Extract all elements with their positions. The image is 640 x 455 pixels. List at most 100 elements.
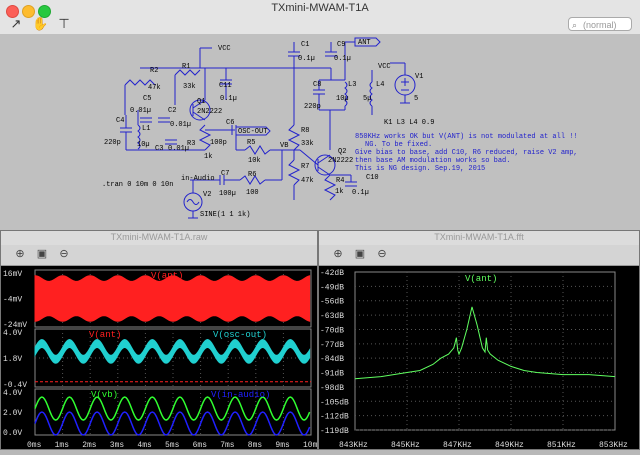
zoom-out-icon[interactable]: ⊖ — [57, 247, 71, 261]
fft-x-tick-label: 843KHz — [339, 441, 368, 450]
main-window-titlebar: TXmini-MWAM-T1A ↗ ✋ ⊤ ⌕ (normal) — [0, 0, 640, 35]
zoom-in-icon[interactable]: ⊕ — [331, 247, 345, 261]
zoom-out-icon[interactable]: ⊖ — [375, 247, 389, 261]
note-line-1: 850KHz works OK but V(ANT) is not modula… — [355, 133, 578, 141]
label-c8-val: 220p — [304, 103, 321, 111]
label-c6-val: 100p — [210, 139, 227, 147]
pane3-trace-label-vvb: V(vb) — [91, 390, 118, 400]
label-q1: Q1 — [197, 98, 205, 106]
fft-y-tick-label: -56dB — [320, 298, 344, 307]
label-c3: C3 — [155, 145, 163, 153]
label-in-audio: in-Audio — [181, 175, 215, 183]
hand-icon[interactable]: ✋ — [32, 16, 48, 32]
x-tick-label: 0ms — [27, 441, 42, 450]
pane2-ytick: 1.8V — [3, 355, 22, 364]
label-c5-val: 0.01µ — [130, 107, 151, 115]
note-line-4: then base AM modulation works so bad. — [355, 157, 510, 165]
fft-y-tick-label: -91dB — [320, 370, 344, 379]
label-c9-val: 0.1µ — [334, 55, 351, 63]
pane3-ytick: 2.0V — [3, 409, 22, 418]
note-line-2: NG. To be fixed. — [365, 141, 432, 149]
label-vb: VB — [280, 142, 288, 150]
fft-window: TXmini-MWAM-T1A.fft ⊕ ▣ ⊖ -42dB -49dB -56d… — [318, 230, 640, 450]
probe-icon[interactable]: ⊤ — [56, 16, 72, 32]
label-q1-val: 2N2222 — [197, 108, 222, 116]
fft-trace-label: V(ant) — [465, 274, 497, 284]
zoom-extent-icon[interactable]: ▣ — [35, 247, 49, 261]
label-r2-val: 47k — [148, 84, 161, 92]
label-v2: V2 — [203, 191, 211, 199]
label-k1: K1 L3 L4 0.9 — [384, 119, 434, 127]
label-r2: R2 — [150, 67, 158, 75]
label-l3: L3 — [348, 81, 356, 89]
zoom-extent-icon[interactable]: ▣ — [353, 247, 367, 261]
fft-y-tick-label: -84dB — [320, 355, 344, 364]
label-c4-val: 220p — [104, 139, 121, 147]
x-tick-label: 8ms — [248, 441, 263, 450]
pane2-ytick: 4.0V — [3, 329, 22, 338]
label-c6: C6 — [226, 119, 234, 127]
search-field[interactable]: ⌕ (normal) — [568, 17, 632, 31]
waveform-plot[interactable]: V(ant) V(ant) V(osc-out) V(vb) V(in-audio) 16… — [1, 265, 322, 450]
label-c1-val: 0.1µ — [298, 55, 315, 63]
label-v2-val: SINE(1 1 1k) — [200, 211, 250, 219]
waveform-svg: V(ant) V(ant) V(osc-out) V(vb) V(in-audio) 16… — [3, 269, 322, 450]
label-c3-val: 0.01µ — [168, 145, 189, 153]
label-c1: C1 — [301, 41, 309, 49]
label-l1-val: 10µ — [137, 141, 150, 149]
label-r7: R7 — [301, 163, 309, 171]
label-r3-val: 1k — [204, 153, 212, 161]
pane1-ytick: 16mV — [3, 270, 22, 279]
label-r8-val: 33k — [301, 140, 314, 148]
label-vcc-top: VCC — [218, 45, 231, 53]
fft-x-tick-label: 853KHz — [599, 441, 628, 450]
fft-x-tick-label: 847KHz — [443, 441, 472, 450]
fft-y-tick-label: -98dB — [320, 384, 344, 393]
fft-x-tick-label: 845KHz — [391, 441, 420, 450]
label-r8: R8 — [301, 127, 309, 135]
window-title: TXmini-MWAM-T1A — [271, 2, 369, 14]
fft-y-tick-label: -105dB — [320, 398, 349, 407]
label-r5-val: 10k — [248, 157, 261, 165]
label-r6: R6 — [248, 171, 256, 179]
schematic-canvas[interactable]: VCC R2 47k R1 33k C11 0.1µ Q1 2N2222 C5 … — [0, 34, 640, 230]
label-l3-val: 10µ — [336, 95, 349, 103]
waveform-window-title: TXmini-MWAM-T1A.raw — [110, 232, 208, 242]
label-r3: R3 — [187, 140, 195, 148]
x-tick-label: 1ms — [55, 441, 70, 450]
label-c4: C4 — [116, 117, 124, 125]
fft-y-tick-label: -119dB — [320, 427, 349, 436]
label-vcc-src: VCC — [378, 63, 391, 71]
pane3-trace-label-vin-audio: V(in-audio) — [211, 390, 270, 400]
fft-y-tick-label: -112dB — [320, 413, 349, 422]
label-ant: ANT — [358, 39, 371, 47]
pane3-ytick: 0.0V — [3, 429, 22, 438]
label-c8: C8 — [313, 81, 321, 89]
label-r4-val: 1k — [335, 188, 343, 196]
label-c10: C10 — [366, 174, 379, 182]
label-r4: R4 — [336, 177, 344, 185]
x-tick-label: 2ms — [82, 441, 97, 450]
fft-plot[interactable]: -42dB -49dB -56dB -63dB -70dB -77dB -84dB -91dB… — [319, 265, 639, 450]
cursor-icon[interactable]: ↗ — [8, 16, 24, 32]
zoom-in-icon[interactable]: ⊕ — [13, 247, 27, 261]
pane1-trace-label-vant: V(ant) — [151, 271, 183, 281]
label-l1: L1 — [142, 125, 150, 133]
x-tick-label: 6ms — [193, 441, 208, 450]
fft-toolbar: ⊕ ▣ ⊖ — [319, 245, 639, 266]
label-v1: V1 — [415, 73, 423, 81]
label-c7: C7 — [221, 170, 229, 178]
label-q2-val: 2N2222 — [328, 157, 353, 165]
label-r1-val: 33k — [183, 83, 196, 91]
x-tick-label: 5ms — [165, 441, 180, 450]
label-r6-val: 100 — [246, 189, 259, 197]
fft-svg: -42dB -49dB -56dB -63dB -70dB -77dB -84dB -91dB… — [320, 269, 628, 450]
fft-y-tick-label: -70dB — [320, 326, 344, 335]
label-c5: C5 — [143, 95, 151, 103]
pane1-ytick: -4mV — [3, 296, 22, 305]
fft-y-tick-label: -77dB — [320, 341, 344, 350]
waveform-toolbar: ⊕ ▣ ⊖ — [1, 245, 317, 266]
label-c2-val: 0.01µ — [170, 121, 191, 129]
waveform-window-titlebar: TXmini-MWAM-T1A.raw — [1, 231, 317, 246]
label-c10-val: 0.1µ — [352, 189, 369, 197]
